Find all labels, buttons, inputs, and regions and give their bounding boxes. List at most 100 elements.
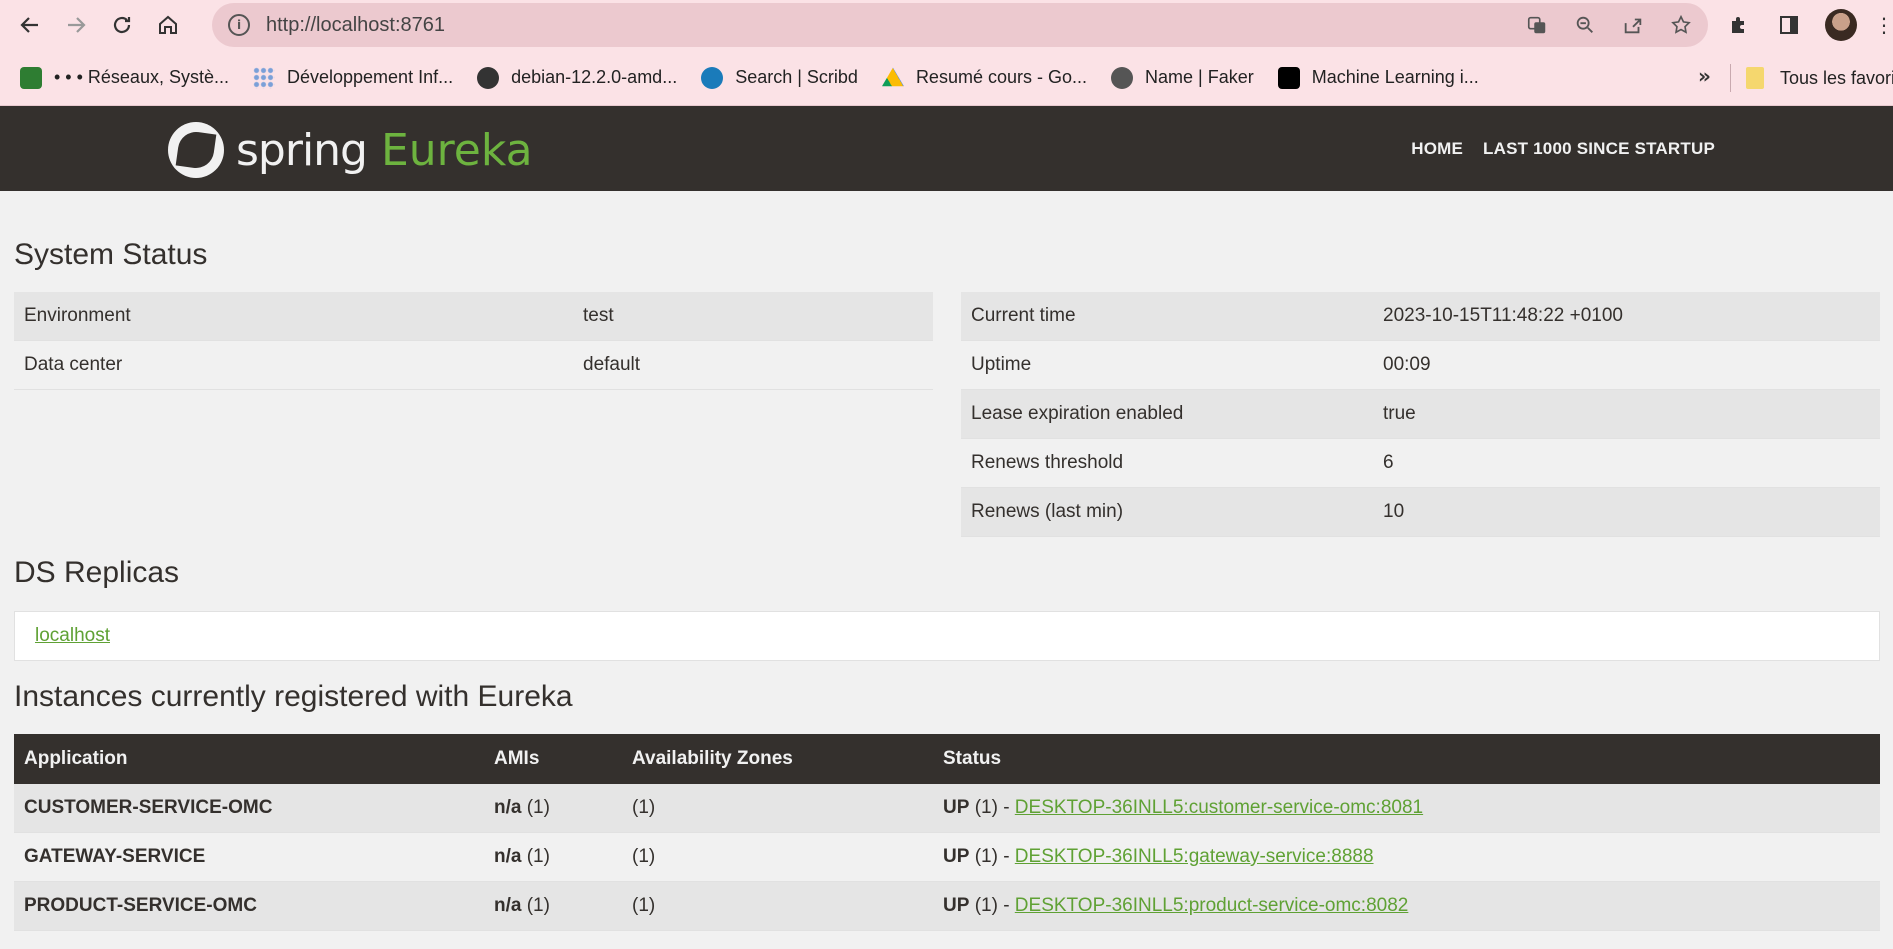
all-bookmarks-folder[interactable]: Tous les favoris <box>1746 50 1893 106</box>
brand-spring: spring <box>236 124 368 176</box>
drive-icon <box>881 67 904 87</box>
ami-count: (1) <box>526 895 550 916</box>
status-value: 2023-10-15T11:48:22 +0100 <box>1383 305 1623 326</box>
site-info-icon[interactable]: i <box>228 14 250 36</box>
table-row: Uptime 00:09 <box>961 341 1880 390</box>
ami-count: (1) <box>526 846 550 867</box>
app-name: GATEWAY-SERVICE <box>24 846 206 867</box>
instances-table: Application AMIs Availability Zones Stat… <box>14 734 1880 931</box>
bookmark-item[interactable]: Name | Faker <box>1111 66 1254 89</box>
forward-arrow-icon[interactable] <box>56 5 96 45</box>
table-row: Lease expiration enabled true <box>961 390 1880 439</box>
globe-icon <box>477 66 500 89</box>
back-arrow-icon[interactable] <box>10 5 50 45</box>
profile-avatar[interactable] <box>1825 9 1857 41</box>
home-icon[interactable] <box>148 5 188 45</box>
bookmarks-divider <box>1730 64 1731 92</box>
eureka-navbar: spring Eureka HOME LAST 1000 SINCE START… <box>0 106 1893 191</box>
status-up: UP <box>943 895 970 916</box>
table-row: Renews (last min) 10 <box>961 488 1880 537</box>
bookmark-item[interactable]: Machine Learning i... <box>1277 66 1479 89</box>
image-icon <box>20 66 42 89</box>
status-count: (1) - <box>974 797 1010 818</box>
replicas-list: localhost <box>14 611 1880 661</box>
reload-icon[interactable] <box>102 5 142 45</box>
status-key: Current time <box>971 305 1076 326</box>
address-bar[interactable]: i http://localhost:8761 <box>212 3 1708 47</box>
table-row: CUSTOMER-SERVICE-OMC n/a (1) (1) UP (1) … <box>14 784 1880 833</box>
table-row: GATEWAY-SERVICE n/a (1) (1) UP (1) - DES… <box>14 833 1880 882</box>
column-header: AMIs <box>494 748 540 769</box>
instance-link[interactable]: DESKTOP-36INLL5:product-service-omc:8082 <box>1015 895 1409 916</box>
url-text[interactable]: http://localhost:8761 <box>266 14 445 37</box>
instances-title: Instances currently registered with Eure… <box>14 680 573 713</box>
table-row: Current time 2023-10-15T11:48:22 +0100 <box>961 292 1880 341</box>
instance-link[interactable]: DESKTOP-36INLL5:gateway-service:8888 <box>1015 846 1374 867</box>
folder-icon <box>1746 67 1764 89</box>
status-count: (1) - <box>974 895 1010 916</box>
status-key: Lease expiration enabled <box>971 403 1184 424</box>
app-name: PRODUCT-SERVICE-OMC <box>24 895 257 916</box>
dots-icon <box>252 66 275 89</box>
column-header: Status <box>943 748 1002 769</box>
instance-link[interactable]: DESKTOP-36INLL5:customer-service-omc:808… <box>1015 797 1423 818</box>
zoom-out-icon[interactable] <box>1572 12 1598 38</box>
status-value: true <box>1383 403 1416 424</box>
ami-count: (1) <box>526 797 550 818</box>
status-key: Renews (last min) <box>971 501 1124 522</box>
bookmark-item[interactable]: debian-12.2.0-amd... <box>477 66 677 89</box>
ami-value: n/a <box>494 895 522 916</box>
nav-home-link[interactable]: HOME <box>1411 139 1463 159</box>
replica-link[interactable]: localhost <box>35 625 110 647</box>
zones-cell: (1) <box>632 797 656 818</box>
browser-toolbar: i http://localhost:8761 ⋮ <box>0 0 1893 50</box>
ami-cell: n/a (1) <box>494 895 632 917</box>
translate-icon[interactable] <box>1524 12 1550 38</box>
zones-cell: (1) <box>632 846 656 867</box>
status-value: 10 <box>1383 501 1405 522</box>
status-cell: UP (1) - DESKTOP-36INLL5:customer-servic… <box>943 797 1880 819</box>
app-name: CUSTOMER-SERVICE-OMC <box>24 797 273 818</box>
status-up: UP <box>943 797 970 818</box>
bookmark-item[interactable]: Resumé cours - Go... <box>881 67 1087 89</box>
ds-replicas-title: DS Replicas <box>14 556 180 589</box>
status-count: (1) - <box>974 846 1010 867</box>
status-value: 00:09 <box>1383 354 1431 375</box>
column-header: Availability Zones <box>632 748 793 769</box>
status-key: Data center <box>24 354 123 375</box>
status-value: 6 <box>1383 452 1394 473</box>
ami-value: n/a <box>494 797 522 818</box>
status-up: UP <box>943 846 970 867</box>
brand-eureka: Eureka <box>380 124 533 176</box>
nav-links: HOME LAST 1000 SINCE STARTUP <box>1411 106 1715 191</box>
medium-icon <box>1277 66 1300 89</box>
bookmark-item[interactable]: Search | Scribd <box>701 66 858 89</box>
bookmarks-overflow-chevron-icon[interactable]: » <box>1698 64 1711 88</box>
ami-cell: n/a (1) <box>494 846 632 868</box>
bookmark-item[interactable]: • • • Réseaux, Systè... <box>20 66 229 89</box>
bookmark-item[interactable]: Développement Inf... <box>252 66 453 89</box>
share-icon[interactable] <box>1620 12 1646 38</box>
nav-last-1000-link[interactable]: LAST 1000 SINCE STARTUP <box>1483 139 1715 159</box>
status-value: test <box>583 305 614 326</box>
zones-cell: (1) <box>632 895 656 916</box>
column-header: Application <box>24 748 128 769</box>
bookmark-star-icon[interactable] <box>1668 12 1694 38</box>
system-status-title: System Status <box>14 238 208 271</box>
table-header: Application AMIs Availability Zones Stat… <box>14 734 1880 784</box>
extensions-puzzle-icon[interactable] <box>1725 11 1753 39</box>
table-row: Renews threshold 6 <box>961 439 1880 488</box>
table-row: Data center default <box>14 341 933 390</box>
status-value: default <box>583 354 641 375</box>
side-panel-icon[interactable] <box>1775 11 1803 39</box>
system-status-right-table: Current time 2023-10-15T11:48:22 +0100 U… <box>961 292 1880 537</box>
spring-eureka-logo[interactable]: spring Eureka <box>168 122 533 178</box>
faker-icon <box>1111 66 1133 89</box>
table-row: PRODUCT-SERVICE-OMC n/a (1) (1) UP (1) -… <box>14 882 1880 931</box>
bookmarks-bar: • • • Réseaux, Systè... Développement In… <box>0 50 1893 106</box>
ami-value: n/a <box>494 846 522 867</box>
ami-cell: n/a (1) <box>494 797 632 819</box>
menu-kebab-icon[interactable]: ⋮ <box>1874 11 1893 39</box>
status-key: Uptime <box>971 354 1032 375</box>
status-cell: UP (1) - DESKTOP-36INLL5:product-service… <box>943 895 1880 917</box>
